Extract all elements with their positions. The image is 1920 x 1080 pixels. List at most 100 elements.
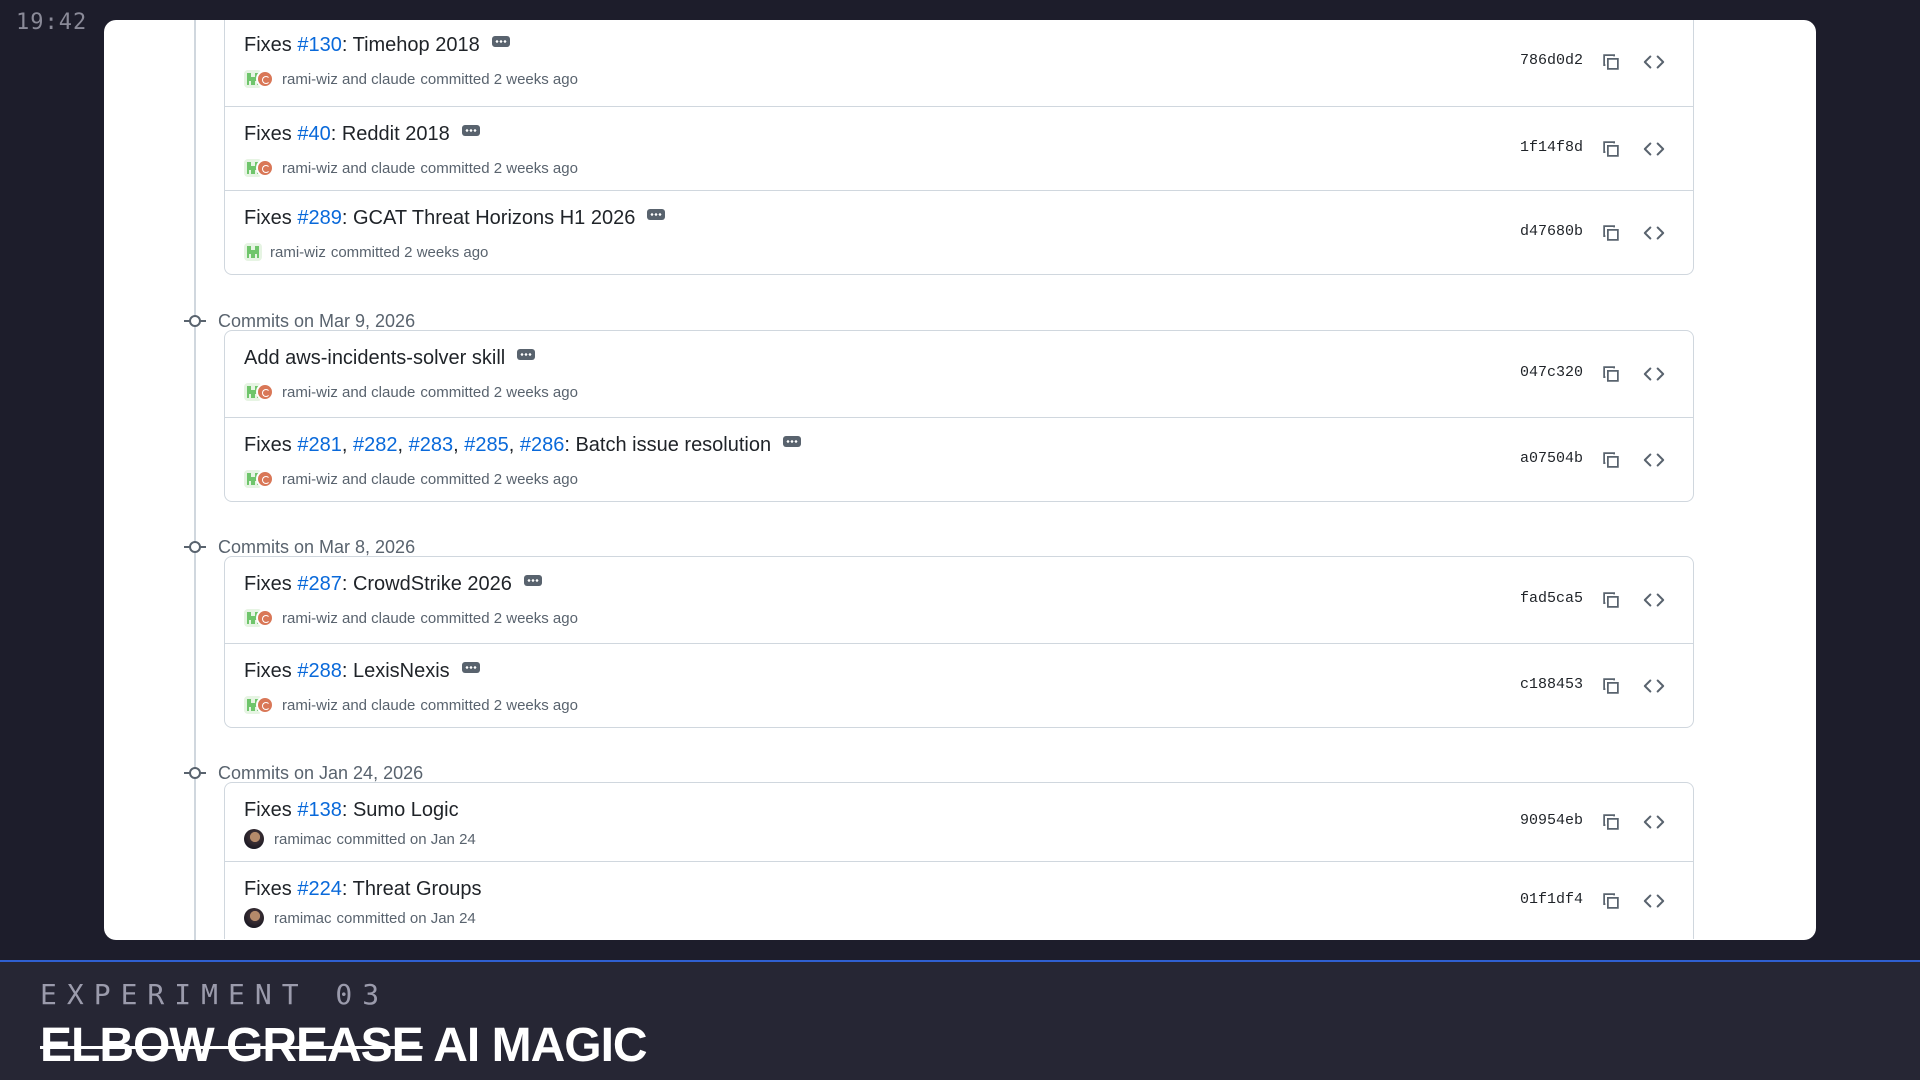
commit-sha-link[interactable]: 786d0d2	[1520, 52, 1583, 69]
ellipsis-icon[interactable]	[491, 36, 510, 47]
ellipsis-icon[interactable]	[517, 349, 536, 360]
code-icon[interactable]	[1643, 364, 1665, 384]
code-icon[interactable]	[1643, 223, 1665, 243]
avatar[interactable]	[256, 609, 274, 627]
code-icon[interactable]	[1643, 590, 1665, 610]
code-icon[interactable]	[1643, 812, 1665, 832]
commit-meta: rami-wiz and claude committed 2 weeks ago	[244, 159, 578, 177]
commit-title-text[interactable]: Fixes	[244, 799, 297, 822]
ellipsis-icon[interactable]	[647, 209, 666, 220]
avatar-group[interactable]	[244, 159, 274, 177]
code-icon[interactable]	[1643, 139, 1665, 159]
commit-title-text[interactable]: Fixes	[244, 207, 297, 230]
issue-link[interactable]: #287	[297, 573, 342, 596]
commit-meta: ramimac committed on Jan 24	[244, 908, 476, 928]
commit-sha-link[interactable]: c188453	[1520, 676, 1583, 693]
issue-link[interactable]: #285	[464, 434, 509, 457]
commit-authors[interactable]: rami-wiz and claude	[282, 384, 415, 401]
commit-title-text[interactable]: Fixes	[244, 573, 297, 596]
code-icon[interactable]	[1643, 891, 1665, 911]
commit-row: Fixes #289: GCAT Threat Horizons H1 2026…	[225, 190, 1693, 274]
commit-title: Fixes #40: Reddit 2018	[244, 123, 480, 146]
commit-title-text[interactable]: Fixes	[244, 660, 297, 683]
commit-title-text[interactable]: : Sumo Logic	[342, 799, 459, 822]
timeline-line	[194, 20, 196, 940]
commit-row: Fixes #138: Sumo Logic ramimac committed o…	[225, 783, 1693, 861]
commit-sha-link[interactable]: d47680b	[1520, 223, 1583, 240]
commit-authors[interactable]: rami-wiz and claude	[282, 471, 415, 488]
avatar-group[interactable]	[244, 243, 262, 261]
commit-title-text[interactable]: Fixes	[244, 878, 297, 901]
avatar-group[interactable]	[244, 609, 274, 627]
commit-title-text[interactable]: : Timehop 2018	[342, 34, 480, 57]
issue-link[interactable]: #130	[297, 34, 342, 57]
avatar[interactable]	[256, 70, 274, 88]
copy-icon[interactable]	[1601, 812, 1621, 832]
commit-title-text[interactable]: : CrowdStrike 2026	[342, 573, 512, 596]
commit-title-text[interactable]: : GCAT Threat Horizons H1 2026	[342, 207, 635, 230]
avatar[interactable]	[256, 159, 274, 177]
copy-icon[interactable]	[1601, 450, 1621, 470]
commit-title-text[interactable]: Fixes	[244, 123, 297, 146]
code-icon[interactable]	[1643, 676, 1665, 696]
commit-title-text[interactable]: Fixes	[244, 434, 297, 457]
headline-text: AI MAGIC	[433, 1019, 647, 1072]
copy-icon[interactable]	[1601, 223, 1621, 243]
copy-icon[interactable]	[1601, 676, 1621, 696]
code-icon[interactable]	[1643, 450, 1665, 470]
commit-sha-link[interactable]: a07504b	[1520, 450, 1583, 467]
ellipsis-icon[interactable]	[783, 436, 802, 447]
commit-title-text[interactable]: : Batch issue resolution	[564, 434, 771, 457]
commit-title-text[interactable]: : Threat Groups	[342, 878, 482, 901]
commit-sha-link[interactable]: 90954eb	[1520, 812, 1583, 829]
avatar[interactable]	[256, 470, 274, 488]
copy-icon[interactable]	[1601, 891, 1621, 911]
commit-title-text[interactable]: Fixes	[244, 34, 297, 57]
ellipsis-icon[interactable]	[523, 575, 542, 586]
avatar-group[interactable]	[244, 696, 274, 714]
commit-authors[interactable]: ramimac	[274, 831, 332, 848]
copy-icon[interactable]	[1601, 590, 1621, 610]
commit-authors[interactable]: rami-wiz and claude	[282, 697, 415, 714]
copy-icon[interactable]	[1601, 364, 1621, 384]
copy-icon[interactable]	[1601, 52, 1621, 72]
issue-link[interactable]: #289	[297, 207, 342, 230]
avatar[interactable]	[244, 908, 264, 928]
commit-sha-link[interactable]: 047c320	[1520, 364, 1583, 381]
commit-sha-link[interactable]: fad5ca5	[1520, 590, 1583, 607]
avatar-group[interactable]	[244, 70, 274, 88]
avatar[interactable]	[256, 383, 274, 401]
avatar[interactable]	[256, 696, 274, 714]
code-icon[interactable]	[1643, 52, 1665, 72]
avatar-group[interactable]	[244, 470, 274, 488]
issue-link[interactable]: #281	[297, 434, 342, 457]
commit-sha-link[interactable]: 1f14f8d	[1520, 139, 1583, 156]
commit-sha-link[interactable]: 01f1df4	[1520, 891, 1583, 908]
commit-title-text[interactable]: : Reddit 2018	[331, 123, 450, 146]
commit-authors[interactable]: rami-wiz	[270, 244, 326, 261]
headline: ELBOW GREASE AI MAGIC	[40, 1018, 648, 1073]
avatar[interactable]	[244, 829, 264, 849]
commit-authors[interactable]: rami-wiz and claude	[282, 610, 415, 627]
issue-link[interactable]: #283	[409, 434, 454, 457]
avatar-group[interactable]	[244, 383, 274, 401]
avatar[interactable]	[244, 243, 262, 261]
commit-title-text[interactable]: : LexisNexis	[342, 660, 450, 683]
issue-link[interactable]: #282	[353, 434, 398, 457]
commit-group-box: Fixes #138: Sumo Logic ramimac committed o…	[224, 782, 1694, 939]
issue-link[interactable]: #288	[297, 660, 342, 683]
copy-icon[interactable]	[1601, 139, 1621, 159]
issue-link[interactable]: #286	[520, 434, 565, 457]
commit-authors[interactable]: ramimac	[274, 910, 332, 927]
issue-link[interactable]: #40	[297, 123, 330, 146]
commit-time: committed 2 weeks ago	[420, 70, 578, 88]
ellipsis-icon[interactable]	[461, 125, 480, 136]
commit-authors[interactable]: rami-wiz and claude	[282, 160, 415, 177]
ellipsis-icon[interactable]	[461, 662, 480, 673]
commit-title-text[interactable]: Add aws-incidents-solver skill	[244, 347, 505, 370]
commit-authors[interactable]: rami-wiz and claude	[282, 71, 415, 88]
issue-link[interactable]: #224	[297, 878, 342, 901]
issue-link[interactable]: #138	[297, 799, 342, 822]
commit-time: committed on Jan 24	[336, 830, 476, 848]
commit-time: committed 2 weeks ago	[420, 383, 578, 401]
